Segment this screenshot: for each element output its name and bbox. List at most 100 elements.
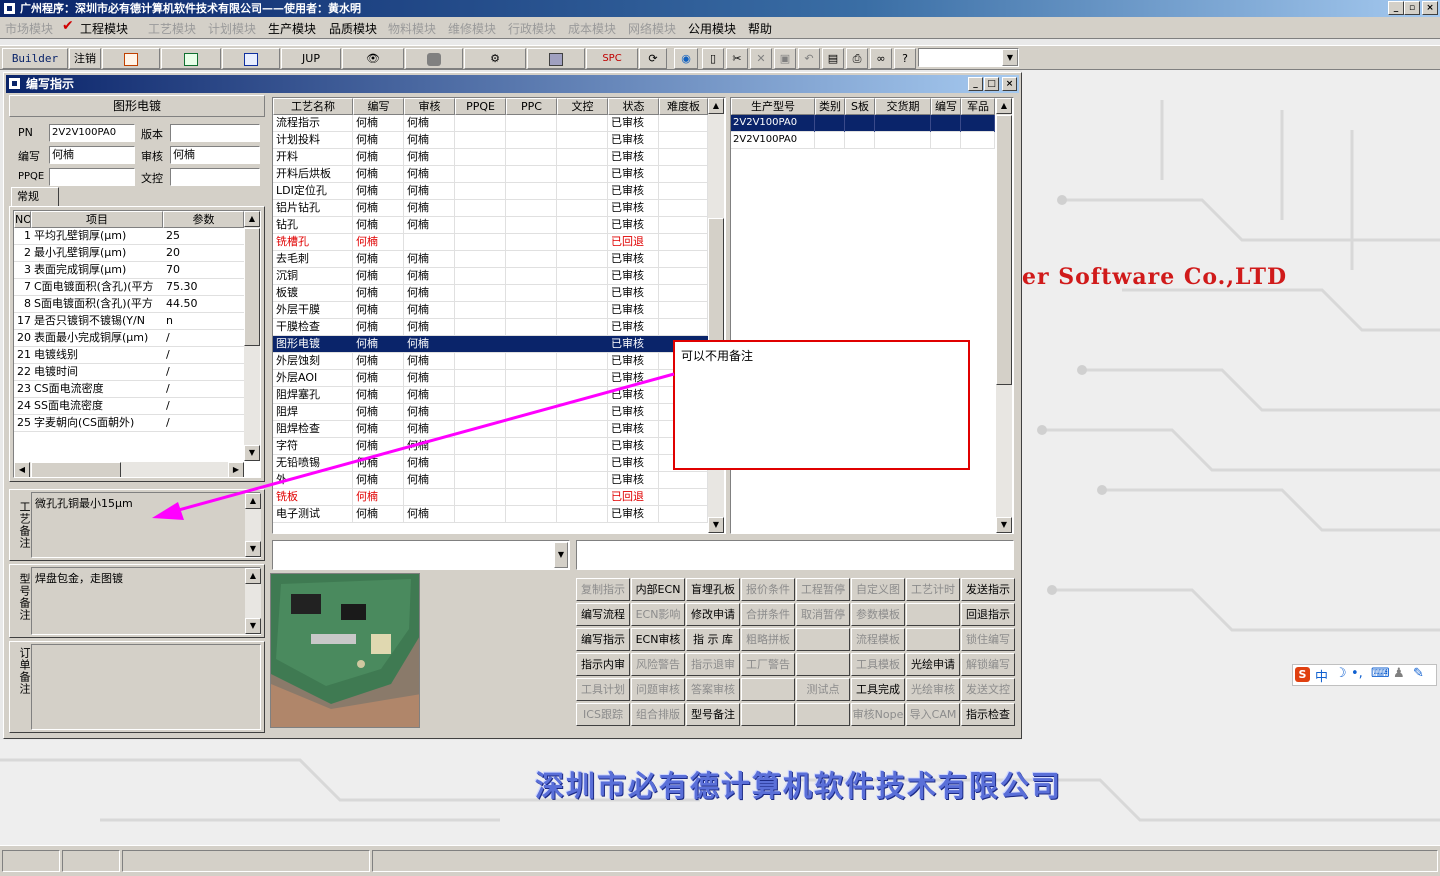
punctuation-icon[interactable]: •, <box>1351 666 1363 681</box>
process-row[interactable]: 阻焊检查 何楠 何楠 已审核 <box>273 421 708 438</box>
process-row[interactable]: 钻孔 何楠 何楠 已审核 <box>273 217 708 234</box>
scroll-up-icon[interactable]: ▲ <box>245 493 261 509</box>
window-maximize-button[interactable]: □ <box>984 77 999 91</box>
process-header-4[interactable]: PPC <box>506 98 557 115</box>
params-hscroll-thumb[interactable] <box>31 462 121 477</box>
excel-button[interactable] <box>161 48 221 69</box>
user-icon[interactable]: ♟ <box>1393 666 1405 681</box>
action-button[interactable]: 修改申请 <box>686 603 740 626</box>
doc-control-field[interactable] <box>170 168 260 186</box>
undo-button[interactable]: ↶ <box>798 48 820 69</box>
action-button[interactable]: 流程模板 <box>851 628 905 651</box>
scroll-down-icon[interactable]: ▼ <box>708 517 724 533</box>
logout-button[interactable]: 注销 <box>69 48 101 69</box>
process-header-5[interactable]: 文控 <box>557 98 608 115</box>
menu-item-3[interactable]: 计划模块 <box>208 20 256 37</box>
menu-item-9[interactable]: 成本模块 <box>568 20 616 37</box>
action-button[interactable]: 型号备注 <box>686 703 740 726</box>
find-button[interactable]: ∞ <box>870 48 892 69</box>
window-minimize-button[interactable]: _ <box>968 77 983 91</box>
model-header-3[interactable]: 交货期 <box>875 98 931 115</box>
scroll-right-icon[interactable]: ▶ <box>228 462 244 477</box>
action-button[interactable]: 导入CAM <box>906 703 960 726</box>
restore-button[interactable]: ▫ <box>1404 1 1420 15</box>
order-memo-text[interactable] <box>31 644 261 730</box>
action-button[interactable]: 编写指示 <box>576 628 630 651</box>
action-button[interactable]: 组合排版 <box>631 703 685 726</box>
params-row[interactable]: 3 表面完成铜厚(μm) 70 <box>14 262 244 279</box>
model-header-1[interactable]: 类别 <box>815 98 845 115</box>
minimize-button[interactable]: _ <box>1388 1 1404 15</box>
params-row[interactable]: 2 最小孔壁铜厚(μm) 20 <box>14 245 244 262</box>
scroll-down-icon[interactable]: ▼ <box>244 445 260 461</box>
params-row[interactable]: 21 电镀线别 / <box>14 347 244 364</box>
process-row[interactable]: 沉铜 何楠 何楠 已审核 <box>273 268 708 285</box>
params-row[interactable]: 8 S面电镀面积(含孔)(平方 44.50 <box>14 296 244 313</box>
menu-item-11[interactable]: 公用模块 <box>688 20 736 37</box>
preview-button[interactable]: ▤ <box>822 48 844 69</box>
process-header-6[interactable]: 状态 <box>608 98 659 115</box>
moon-icon[interactable]: ☽ <box>1335 666 1347 681</box>
params-scroll-thumb[interactable] <box>244 228 260 346</box>
action-button[interactable]: 发送文控 <box>961 678 1015 701</box>
spc-button[interactable]: SPC <box>586 48 638 69</box>
process-row[interactable]: 外层干膜 何楠 何楠 已审核 <box>273 302 708 319</box>
menu-item-2[interactable]: 工艺模块 <box>148 20 196 37</box>
model-header-2[interactable]: S板 <box>845 98 875 115</box>
action-button[interactable] <box>906 628 960 651</box>
model-header-4[interactable]: 编写 <box>931 98 961 115</box>
menu-item-7[interactable]: 维修模块 <box>448 20 496 37</box>
action-button[interactable]: 盲埋孔板 <box>686 578 740 601</box>
process-row[interactable]: 外层AOI 何楠 何楠 已审核 <box>273 370 708 387</box>
model-vscroll[interactable]: ▲ ▼ <box>996 98 1012 533</box>
process-row[interactable]: 开料后烘板 何楠 何楠 已审核 <box>273 166 708 183</box>
params-row[interactable]: 22 电镀时间 / <box>14 364 244 381</box>
process-header-7[interactable]: 难度板 <box>659 98 708 115</box>
action-button[interactable]: 光绘申请 <box>906 653 960 676</box>
process-row[interactable]: 开料 何楠 何楠 已审核 <box>273 149 708 166</box>
keyboard-icon[interactable]: ⌨ <box>1371 666 1390 681</box>
process-header-1[interactable]: 编写 <box>353 98 404 115</box>
process-row[interactable]: 铣槽孔 何楠 已回退 <box>273 234 708 251</box>
chevron-down-icon[interactable]: ▼ <box>1002 49 1018 66</box>
action-button[interactable] <box>741 678 795 701</box>
process-row[interactable]: 阻焊 何楠 何楠 已审核 <box>273 404 708 421</box>
process-row[interactable]: 板镀 何楠 何楠 已审核 <box>273 285 708 302</box>
new-button[interactable]: ▯ <box>702 48 724 69</box>
process-combo[interactable]: ▼ <box>272 540 570 570</box>
action-button[interactable]: ECN影响 <box>631 603 685 626</box>
process-header-3[interactable]: PPQE <box>455 98 506 115</box>
jup-button[interactable]: JUP <box>281 48 341 69</box>
action-button[interactable]: 工厂警告 <box>741 653 795 676</box>
print-button[interactable]: ⎙ <box>846 48 868 69</box>
model-header-0[interactable]: 生产型号 <box>731 98 815 115</box>
wrench-icon[interactable]: ✎ <box>1413 666 1424 681</box>
params-row[interactable]: 23 CS面电流密度 / <box>14 381 244 398</box>
process-row[interactable]: 外层蚀刻 何楠 何楠 已审核 <box>273 353 708 370</box>
author-field[interactable]: 何楠 <box>49 146 135 164</box>
model-row[interactable]: 2V2V100PA0 <box>731 115 995 132</box>
action-button[interactable]: 报价条件 <box>741 578 795 601</box>
action-button[interactable]: ECN审核 <box>631 628 685 651</box>
tab-general[interactable]: 常规 <box>11 187 59 207</box>
model-row[interactable]: 2V2V100PA0 <box>731 132 995 149</box>
scroll-up-icon[interactable]: ▲ <box>245 568 261 584</box>
menu-item-5[interactable]: 品质模块 <box>329 20 377 37</box>
scroll-down-icon[interactable]: ▼ <box>245 541 261 557</box>
action-button[interactable]: 指示内审 <box>576 653 630 676</box>
scroll-down-icon[interactable]: ▼ <box>996 517 1012 533</box>
action-button[interactable]: 指 示 库 <box>686 628 740 651</box>
params-hscroll[interactable]: ◀ ▶ <box>14 462 244 477</box>
action-button[interactable]: 参数模板 <box>851 603 905 626</box>
menu-item-1[interactable]: 工程模块 <box>80 20 128 37</box>
word-button[interactable] <box>222 48 280 69</box>
help-button[interactable]: ? <box>894 48 916 69</box>
scroll-up-icon[interactable]: ▲ <box>708 98 724 114</box>
action-button[interactable]: 解锁编写 <box>961 653 1015 676</box>
action-button[interactable]: 复制指示 <box>576 578 630 601</box>
window-close-button[interactable]: × <box>1002 77 1017 91</box>
params-row[interactable]: 24 SS面电流密度 / <box>14 398 244 415</box>
process-row[interactable]: 图形电镀 何楠 何楠 已审核 <box>273 336 708 353</box>
action-button[interactable]: ICS跟踪 <box>576 703 630 726</box>
version-field[interactable] <box>170 124 260 142</box>
